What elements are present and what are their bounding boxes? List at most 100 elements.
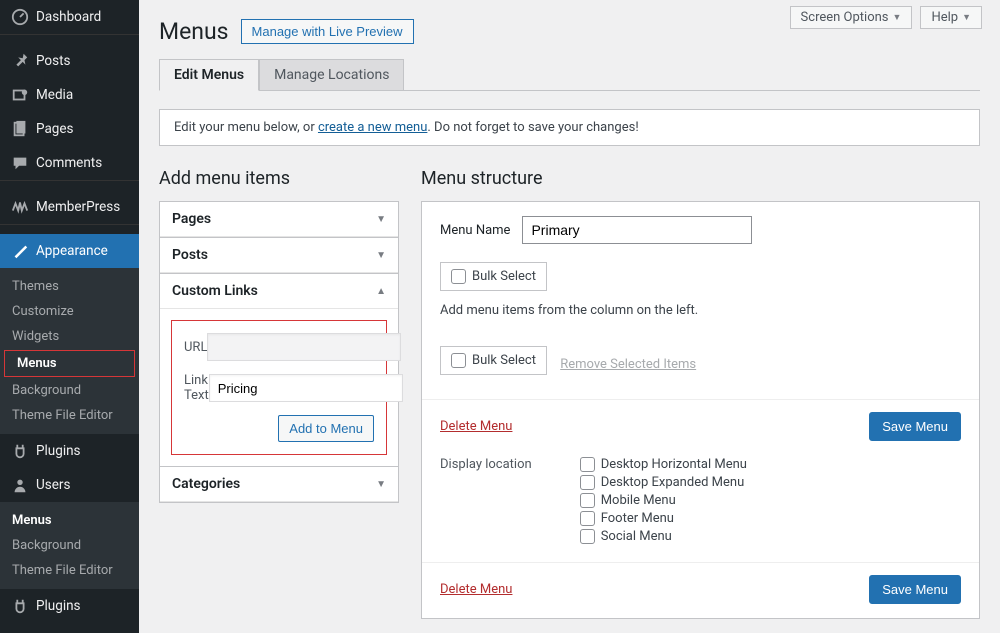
checkbox-icon[interactable]	[580, 475, 595, 490]
tab-edit-menus[interactable]: Edit Menus	[159, 59, 259, 91]
sidebar-item-media[interactable]: Media	[0, 78, 139, 112]
sidebar-label: MemberPress	[36, 199, 120, 215]
accordion-categories-header[interactable]: Categories ▼	[160, 467, 398, 502]
sidebar-label: Posts	[36, 53, 70, 69]
add-menu-items-heading: Add menu items	[159, 168, 399, 189]
display-location-options: Desktop Horizontal Menu Desktop Expanded…	[580, 457, 747, 544]
users-icon	[10, 475, 30, 495]
sidebar-item-appearance[interactable]: Appearance	[0, 234, 139, 268]
delete-menu-link[interactable]: Delete Menu	[440, 419, 512, 434]
admin-sidebar: Dashboard Posts Media Pages Comments Mem…	[0, 0, 139, 633]
media-icon	[10, 85, 30, 105]
appearance-icon	[10, 241, 30, 261]
remove-selected-link[interactable]: Remove Selected Items	[560, 357, 696, 372]
accordion-pages-header[interactable]: Pages ▼	[160, 202, 398, 237]
accordion-posts-header[interactable]: Posts ▼	[160, 238, 398, 273]
submenu-customize[interactable]: Customize	[0, 299, 139, 324]
link-text-input[interactable]	[209, 374, 403, 402]
sidebar-item-dashboard[interactable]: Dashboard	[0, 0, 139, 34]
accordion-label: Posts	[172, 247, 208, 263]
url-input[interactable]	[207, 333, 401, 361]
sidebar-label: Users	[36, 477, 70, 493]
sidebar-item-plugins-2[interactable]: Plugins	[0, 589, 139, 623]
pages-icon	[10, 119, 30, 139]
checkbox-icon[interactable]	[580, 457, 595, 472]
checkbox-icon[interactable]	[580, 529, 595, 544]
accordion-posts: Posts ▼	[159, 237, 399, 274]
save-menu-button[interactable]: Save Menu	[869, 412, 961, 441]
sidebar-label: Media	[36, 87, 73, 103]
tab-manage-locations[interactable]: Manage Locations	[259, 59, 404, 91]
bulk-select-label: Bulk Select	[472, 269, 536, 284]
screen-options-label: Screen Options	[801, 10, 889, 25]
checkbox-icon[interactable]	[451, 353, 466, 368]
submenu-themes[interactable]: Themes	[0, 274, 139, 299]
submenu-menus-2[interactable]: Menus	[0, 508, 139, 533]
dashboard-icon	[10, 7, 30, 27]
main-content: Screen Options ▼ Help ▼ Menus Manage wit…	[139, 0, 1000, 633]
location-label: Social Menu	[601, 529, 672, 544]
sidebar-item-pages[interactable]: Pages	[0, 112, 139, 146]
memberpress-icon	[10, 197, 30, 217]
sidebar-item-memberpress[interactable]: MemberPress	[0, 190, 139, 224]
submenu-theme-file-editor[interactable]: Theme File Editor	[0, 403, 139, 428]
pin-icon	[10, 51, 30, 71]
checkbox-icon[interactable]	[580, 511, 595, 526]
sidebar-item-plugins[interactable]: Plugins	[0, 434, 139, 468]
menu-structure-heading: Menu structure	[421, 168, 980, 189]
plugins-icon	[10, 596, 30, 616]
submenu-background[interactable]: Background	[0, 378, 139, 403]
submenu-menus[interactable]: Menus	[4, 350, 135, 377]
location-option[interactable]: Desktop Horizontal Menu	[580, 457, 747, 472]
chevron-down-icon: ▼	[376, 479, 386, 490]
delete-menu-link[interactable]: Delete Menu	[440, 582, 512, 597]
users-submenu: Menus Background Theme File Editor	[0, 502, 139, 589]
top-buttons: Screen Options ▼ Help ▼	[790, 6, 982, 29]
chevron-down-icon: ▼	[376, 214, 386, 225]
chevron-down-icon: ▼	[376, 250, 386, 261]
bulk-select-bottom[interactable]: Bulk Select	[440, 346, 547, 375]
add-to-menu-button[interactable]: Add to Menu	[278, 415, 374, 442]
sidebar-label: Pages	[36, 121, 74, 137]
location-option[interactable]: Desktop Expanded Menu	[580, 475, 747, 490]
location-label: Desktop Expanded Menu	[601, 475, 745, 490]
sidebar-item-users-2[interactable]: Users	[0, 623, 139, 633]
location-option[interactable]: Social Menu	[580, 529, 747, 544]
bulk-select-top[interactable]: Bulk Select	[440, 262, 547, 291]
sidebar-label: Dashboard	[36, 9, 101, 25]
save-menu-button[interactable]: Save Menu	[869, 575, 961, 604]
checkbox-icon[interactable]	[580, 493, 595, 508]
sidebar-label: Plugins	[36, 598, 81, 614]
submenu-background-2[interactable]: Background	[0, 533, 139, 558]
bulk-select-label: Bulk Select	[472, 353, 536, 368]
menu-structure-column: Menu structure Menu Name Bulk Select Add…	[421, 168, 980, 619]
appearance-submenu: Themes Customize Widgets Menus Backgroun…	[0, 268, 139, 434]
submenu-widgets[interactable]: Widgets	[0, 324, 139, 349]
custom-links-form: URL Link Text Add to Menu	[171, 320, 387, 455]
location-option[interactable]: Mobile Menu	[580, 493, 747, 508]
notice-text: . Do not forget to save your changes!	[427, 120, 638, 135]
accordion-custom-links-header[interactable]: Custom Links ▲	[160, 274, 398, 309]
manage-live-preview-button[interactable]: Manage with Live Preview	[241, 19, 414, 44]
sidebar-label: Appearance	[36, 243, 108, 259]
help-button[interactable]: Help ▼	[920, 6, 982, 29]
menu-name-label: Menu Name	[440, 223, 510, 238]
create-new-menu-link[interactable]: create a new menu	[318, 120, 427, 135]
empty-hint: Add menu items from the column on the le…	[440, 303, 961, 318]
sidebar-item-users[interactable]: Users	[0, 468, 139, 502]
menu-name-input[interactable]	[522, 216, 752, 244]
checkbox-icon[interactable]	[451, 269, 466, 284]
accordion-categories: Categories ▼	[159, 466, 399, 503]
accordion-pages: Pages ▼	[159, 201, 399, 238]
location-option[interactable]: Footer Menu	[580, 511, 747, 526]
screen-options-button[interactable]: Screen Options ▼	[790, 6, 913, 29]
notice-text: Edit your menu below, or	[174, 120, 318, 135]
submenu-theme-file-editor-2[interactable]: Theme File Editor	[0, 558, 139, 583]
sidebar-item-comments[interactable]: Comments	[0, 146, 139, 180]
add-menu-items-column: Add menu items Pages ▼ Posts ▼ Custom Li…	[159, 168, 399, 619]
location-label: Mobile Menu	[601, 493, 676, 508]
location-label: Footer Menu	[601, 511, 674, 526]
sidebar-item-posts[interactable]: Posts	[0, 44, 139, 78]
help-label: Help	[931, 10, 958, 25]
url-label: URL	[184, 340, 207, 355]
